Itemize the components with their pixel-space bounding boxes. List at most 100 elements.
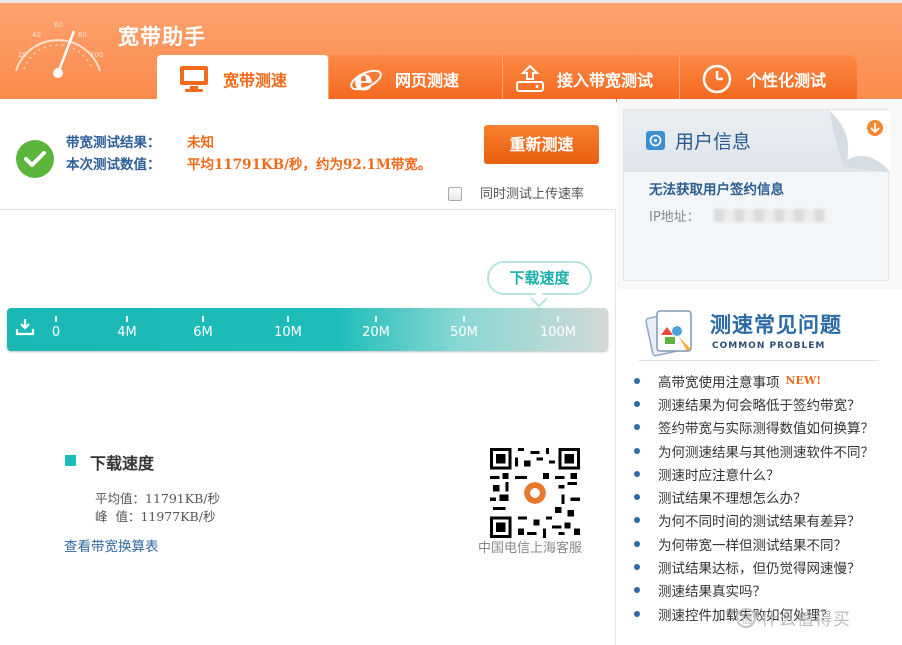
user-info-card: 用户信息 无法获取用户签约信息 IP地址： [623, 109, 890, 281]
faq-item[interactable]: 测速结果真实吗？ [634, 579, 874, 602]
faq-item[interactable]: 测速时应注意什么？ [634, 462, 874, 485]
qr-code-image [490, 448, 580, 538]
faq-section: 测速常见问题 COMMON PROBLEM 高带宽使用注意事项 NEW! 测速结果… [617, 289, 902, 645]
monitor-icon [177, 62, 211, 96]
tab-broadband-speedtest[interactable]: 宽带测速 [157, 55, 329, 102]
user-info-message: 无法获取用户签约信息 [649, 182, 784, 198]
scale-tick [202, 316, 204, 322]
faq-item-label: 测速时应注意什么？ [658, 467, 780, 484]
bullet-icon [634, 494, 640, 501]
svg-text:值: 值 [741, 611, 754, 626]
bullet-icon [634, 470, 640, 477]
checkmark-icon [16, 140, 54, 178]
speedtest-panel: 带宽测试结果： 本次测试数值： 未知 平均11791KB/秒，约为92.1M带宽… [0, 99, 616, 645]
scale-tick [126, 316, 128, 322]
svg-text:100: 100 [90, 51, 103, 59]
scale-tick-label: 0 [51, 325, 61, 340]
faq-item[interactable]: 测试结果达标，但仍觉得网速慢？ [634, 555, 874, 578]
bandwidth-conversion-link[interactable]: 查看带宽换算表 [64, 535, 159, 555]
faq-item[interactable]: 为何不同时间的测试结果有差异？ [634, 509, 874, 532]
download-average: 平均值：11791KB/秒 [95, 491, 221, 506]
svg-text:40: 40 [32, 31, 41, 39]
faq-title: 测速常见问题 [710, 313, 842, 337]
download-peak: 峰 值：11977KB/秒 [95, 509, 216, 524]
measured-value: 平均11791KB/秒，约为92.1M带宽。 [187, 157, 432, 173]
ip-address-label: IP地址： [649, 210, 700, 225]
bullet-icon [634, 540, 640, 547]
upload-test-checkbox[interactable] [448, 187, 462, 201]
scale-tick [375, 316, 377, 322]
faq-item[interactable]: 高带宽使用注意事项 NEW! [634, 369, 874, 392]
bullet-icon [634, 517, 640, 524]
app-title: 宽带助手 [118, 25, 206, 49]
bullet-icon [634, 424, 640, 431]
clock-icon [700, 62, 734, 96]
watermark: 值 什么值得买 [735, 605, 851, 630]
tab-label: 接入带宽测试 [557, 70, 654, 90]
user-info-title: 用户信息 [675, 131, 752, 153]
tab-personalized-test[interactable]: 个性化测试 [680, 55, 857, 102]
scale-tick-label: 20M [362, 325, 390, 340]
page-curl-download-icon[interactable] [829, 110, 890, 172]
faq-documents-icon [645, 310, 692, 357]
bullet-icon [634, 377, 640, 384]
svg-text:60: 60 [54, 21, 63, 29]
scale-tick-label: 10M [274, 325, 302, 340]
faq-item-label: 高带宽使用注意事项 [658, 374, 780, 391]
faq-item-label: 测试结果达标，但仍觉得网速慢？ [658, 561, 861, 578]
faq-item-label: 测速结果为何会略低于签约带宽？ [658, 397, 861, 414]
tab-access-bandwidth-test[interactable]: 接入带宽测试 [503, 55, 680, 102]
app-header: 20 40 60 80 100 宽带助手 宽带测速 e 网页测速 接入带宽测试 … [0, 0, 902, 102]
bandwidth-result-label: 带宽测试结果： [66, 135, 161, 151]
result-summary: 带宽测试结果： 本次测试数值： 未知 平均11791KB/秒，约为92.1M带宽… [0, 99, 616, 210]
bullet-icon [634, 400, 640, 407]
sidebar: 用户信息 无法获取用户签约信息 IP地址： 测速常见问题 COMMON PROB… [617, 99, 902, 645]
main-tabs: 宽带测速 e 网页测速 接入带宽测试 个性化测试 [157, 55, 857, 102]
faq-item-label: 签约带宽与实际测得数值如何换算？ [658, 421, 874, 438]
scale-tick [287, 316, 289, 322]
new-badge: NEW! [785, 374, 822, 388]
watermark-text: 什么值得买 [761, 610, 851, 630]
faq-item[interactable]: 测速结果为何会略低于签约带宽？ [634, 392, 874, 415]
faq-item-label: 测速结果真实吗？ [658, 584, 766, 601]
svg-text:20: 20 [18, 51, 27, 59]
tab-label: 宽带测速 [223, 70, 288, 90]
bullet-icon [634, 587, 640, 594]
watermark-logo-icon: 值 [736, 607, 756, 628]
faq-item[interactable]: 为何带宽一样但测试结果不同？ [634, 532, 874, 555]
svg-text:80: 80 [78, 31, 87, 39]
faq-list: 高带宽使用注意事项 NEW! 测速结果为何会略低于签约带宽？ 签约带宽与实际测得数… [634, 369, 874, 625]
faq-item-label: 测试结果不理想怎么办？ [658, 491, 807, 508]
qr-caption: 中国电信上海客服 [478, 541, 583, 556]
download-speed-title: 下载速度 [90, 454, 155, 473]
faq-subtitle: COMMON PROBLEM [712, 341, 826, 351]
faq-item-label: 为何不同时间的测试结果有差异？ [658, 514, 861, 531]
scale-tick-label: 50M [450, 325, 478, 340]
faq-item[interactable]: 签约带宽与实际测得数值如何换算？ [634, 416, 874, 439]
ie-browser-icon: e [349, 62, 383, 96]
ip-address-value-blurred [714, 209, 826, 222]
bandwidth-result-value: 未知 [187, 135, 214, 151]
retest-button[interactable]: 重新测速 [484, 125, 599, 164]
scale-tick-label: 6M [193, 325, 213, 340]
bullet-icon [634, 610, 640, 617]
download-icon [15, 319, 35, 336]
tab-web-speedtest[interactable]: e 网页测速 [329, 55, 503, 102]
user-info-icon [646, 131, 665, 150]
result-labels: 带宽测试结果： 本次测试数值： [66, 132, 161, 176]
scale-tick [463, 316, 465, 322]
faq-item-label: 为何带宽一样但测试结果不同？ [658, 537, 847, 554]
scale-tick-label: 100M [539, 325, 577, 340]
faq-divider [639, 360, 879, 361]
upload-test-label: 同时测试上传速率 [480, 187, 585, 202]
bullet-icon [634, 447, 640, 454]
tab-label: 网页测速 [395, 70, 460, 90]
router-icon [513, 62, 547, 96]
speedometer-logo-icon: 20 40 60 80 100 [15, 21, 103, 78]
result-values: 未知 平均11791KB/秒，约为92.1M带宽。 [187, 132, 431, 176]
bullet-icon [634, 564, 640, 571]
faq-item[interactable]: 为何测速结果与其他测速软件不同？ [634, 439, 874, 462]
scale-tick [557, 316, 559, 322]
faq-item[interactable]: 测试结果不理想怎么办？ [634, 485, 874, 508]
speed-indicator-bubble: 下载速度 [487, 261, 592, 295]
